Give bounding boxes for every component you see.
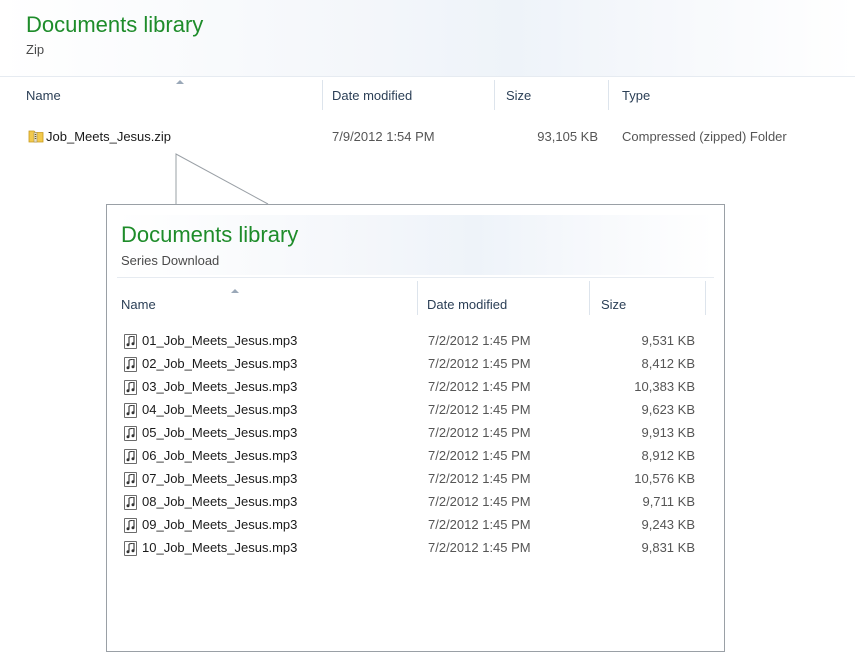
inner-file-list: 01_Job_Meets_Jesus.mp3 7/2/2012 1:45 PM … bbox=[117, 330, 714, 640]
file-size: 10,576 KB bbox=[634, 471, 695, 486]
file-row[interactable]: 08_Job_Meets_Jesus.mp3 7/2/2012 1:45 PM … bbox=[117, 491, 714, 514]
outer-column-separator bbox=[494, 80, 495, 110]
outer-library-subtitle: Zip bbox=[26, 42, 45, 57]
file-size: 9,531 KB bbox=[641, 333, 696, 348]
file-date: 7/2/2012 1:45 PM bbox=[428, 540, 531, 555]
file-size: 9,711 KB bbox=[642, 494, 695, 509]
file-name: 05_Job_Meets_Jesus.mp3 bbox=[142, 425, 298, 440]
audio-file-icon bbox=[124, 380, 137, 395]
inner-library-title: Documents library bbox=[121, 222, 299, 247]
file-name: 07_Job_Meets_Jesus.mp3 bbox=[142, 471, 298, 486]
outer-header-divider bbox=[0, 76, 855, 77]
file-date: 7/2/2012 1:45 PM bbox=[428, 356, 531, 371]
file-name: 02_Job_Meets_Jesus.mp3 bbox=[142, 356, 298, 371]
inner-column-separator bbox=[417, 281, 418, 315]
sort-ascending-icon bbox=[176, 80, 184, 84]
file-size: 9,831 KB bbox=[641, 540, 696, 555]
file-size: 8,912 KB bbox=[641, 448, 696, 463]
inner-column-date[interactable]: Date modified bbox=[427, 296, 507, 314]
outer-column-separator bbox=[608, 80, 609, 110]
explorer-composite: Documents library Zip Name Date modified… bbox=[0, 0, 855, 658]
outer-library-title: Documents library bbox=[26, 12, 204, 37]
file-date: 7/2/2012 1:45 PM bbox=[428, 379, 531, 394]
audio-file-icon bbox=[124, 426, 137, 441]
file-size: 8,412 KB bbox=[641, 356, 696, 371]
audio-file-icon bbox=[124, 403, 137, 418]
outer-library-header: Documents library Zip bbox=[0, 0, 855, 76]
audio-file-icon bbox=[124, 357, 137, 372]
file-date: 7/2/2012 1:45 PM bbox=[428, 402, 531, 417]
audio-file-icon bbox=[124, 495, 137, 510]
file-name: 09_Job_Meets_Jesus.mp3 bbox=[142, 517, 298, 532]
outer-file-size: 93,105 KB bbox=[537, 129, 598, 144]
file-size: 9,243 KB bbox=[641, 517, 696, 532]
outer-column-type[interactable]: Type bbox=[622, 87, 650, 105]
outer-file-type: Compressed (zipped) Folder bbox=[622, 129, 787, 144]
zip-folder-icon bbox=[28, 130, 44, 143]
outer-file-date: 7/9/2012 1:54 PM bbox=[332, 129, 435, 144]
file-date: 7/2/2012 1:45 PM bbox=[428, 333, 531, 348]
sort-ascending-icon bbox=[231, 289, 239, 293]
file-row[interactable]: 06_Job_Meets_Jesus.mp3 7/2/2012 1:45 PM … bbox=[117, 445, 714, 468]
file-row[interactable]: 10_Job_Meets_Jesus.mp3 7/2/2012 1:45 PM … bbox=[117, 537, 714, 560]
file-row[interactable]: 07_Job_Meets_Jesus.mp3 7/2/2012 1:45 PM … bbox=[117, 468, 714, 491]
inner-column-separator bbox=[705, 281, 706, 315]
outer-column-name[interactable]: Name bbox=[26, 87, 61, 105]
zoom-callout: Documents library Series Download Name D… bbox=[106, 204, 725, 652]
file-name: 04_Job_Meets_Jesus.mp3 bbox=[142, 402, 298, 417]
file-date: 7/2/2012 1:45 PM bbox=[428, 448, 531, 463]
outer-file-name: Job_Meets_Jesus.zip bbox=[46, 129, 172, 144]
outer-column-separator bbox=[322, 80, 323, 110]
file-row[interactable]: 03_Job_Meets_Jesus.mp3 7/2/2012 1:45 PM … bbox=[117, 376, 714, 399]
file-date: 7/2/2012 1:45 PM bbox=[428, 494, 531, 509]
file-size: 9,913 KB bbox=[641, 425, 696, 440]
audio-file-icon bbox=[124, 334, 137, 349]
file-row[interactable]: 02_Job_Meets_Jesus.mp3 7/2/2012 1:45 PM … bbox=[117, 353, 714, 376]
file-name: 01_Job_Meets_Jesus.mp3 bbox=[142, 333, 298, 348]
file-name: 08_Job_Meets_Jesus.mp3 bbox=[142, 494, 298, 509]
inner-library-header: Documents library Series Download bbox=[117, 215, 714, 275]
audio-file-icon bbox=[124, 518, 137, 533]
file-size: 10,383 KB bbox=[634, 379, 695, 394]
file-row[interactable]: 05_Job_Meets_Jesus.mp3 7/2/2012 1:45 PM … bbox=[117, 422, 714, 445]
inner-column-size[interactable]: Size bbox=[601, 296, 626, 314]
audio-file-icon bbox=[124, 449, 137, 464]
file-size: 9,623 KB bbox=[641, 402, 696, 417]
outer-file-row[interactable]: Job_Meets_Jesus.zip 7/9/2012 1:54 PM 93,… bbox=[24, 124, 844, 150]
file-row[interactable]: 04_Job_Meets_Jesus.mp3 7/2/2012 1:45 PM … bbox=[117, 399, 714, 422]
file-date: 7/2/2012 1:45 PM bbox=[428, 425, 531, 440]
outer-column-size[interactable]: Size bbox=[506, 87, 531, 105]
file-name: 03_Job_Meets_Jesus.mp3 bbox=[142, 379, 298, 394]
file-row[interactable]: 01_Job_Meets_Jesus.mp3 7/2/2012 1:45 PM … bbox=[117, 330, 714, 353]
outer-column-date[interactable]: Date modified bbox=[332, 87, 412, 105]
inner-column-separator bbox=[589, 281, 590, 315]
audio-file-icon bbox=[124, 541, 137, 556]
inner-header-divider bbox=[117, 277, 714, 278]
audio-file-icon bbox=[124, 472, 137, 487]
file-row[interactable]: 09_Job_Meets_Jesus.mp3 7/2/2012 1:45 PM … bbox=[117, 514, 714, 537]
file-name: 10_Job_Meets_Jesus.mp3 bbox=[142, 540, 298, 555]
inner-library-subtitle: Series Download bbox=[121, 253, 220, 268]
file-date: 7/2/2012 1:45 PM bbox=[428, 471, 531, 486]
file-date: 7/2/2012 1:45 PM bbox=[428, 517, 531, 532]
file-name: 06_Job_Meets_Jesus.mp3 bbox=[142, 448, 298, 463]
callout-pointer bbox=[175, 153, 270, 207]
inner-column-name[interactable]: Name bbox=[121, 296, 156, 314]
inner-explorer: Documents library Series Download Name D… bbox=[117, 215, 714, 641]
